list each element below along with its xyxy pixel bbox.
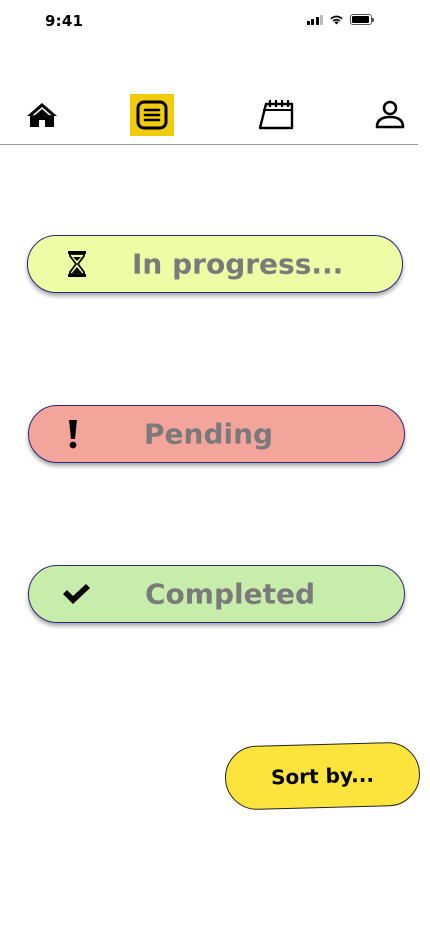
status-time: 9:41 [45, 12, 84, 30]
in-progress-button[interactable]: In progress... [27, 235, 403, 293]
nav-list-active-highlight [130, 94, 174, 136]
list-icon [136, 100, 168, 130]
cellular-signal-icon [306, 14, 323, 25]
status-icons [306, 14, 374, 25]
pending-label: Pending [144, 417, 274, 451]
pending-button[interactable]: Pending [28, 405, 405, 463]
wifi-icon [330, 15, 343, 25]
top-nav-bar [0, 88, 418, 145]
nav-calendar-button[interactable] [252, 92, 300, 138]
completed-button[interactable]: Completed [28, 565, 405, 623]
hourglass-icon [66, 250, 88, 278]
home-icon [27, 103, 57, 127]
nav-profile-button[interactable] [366, 92, 414, 138]
nav-home-button[interactable] [18, 92, 66, 138]
profile-icon [375, 100, 405, 129]
calendar-icon [258, 100, 294, 130]
checkmark-icon [61, 582, 91, 606]
completed-label: Completed [145, 577, 316, 611]
battery-icon [350, 14, 374, 25]
in-progress-label: In progress... [132, 247, 344, 281]
exclamation-icon [67, 418, 79, 450]
nav-list-button[interactable] [128, 92, 176, 138]
status-bar: 9:41 [0, 0, 430, 44]
sort-by-button[interactable]: Sort by... [224, 741, 421, 811]
sort-by-label: Sort by... [270, 762, 375, 790]
